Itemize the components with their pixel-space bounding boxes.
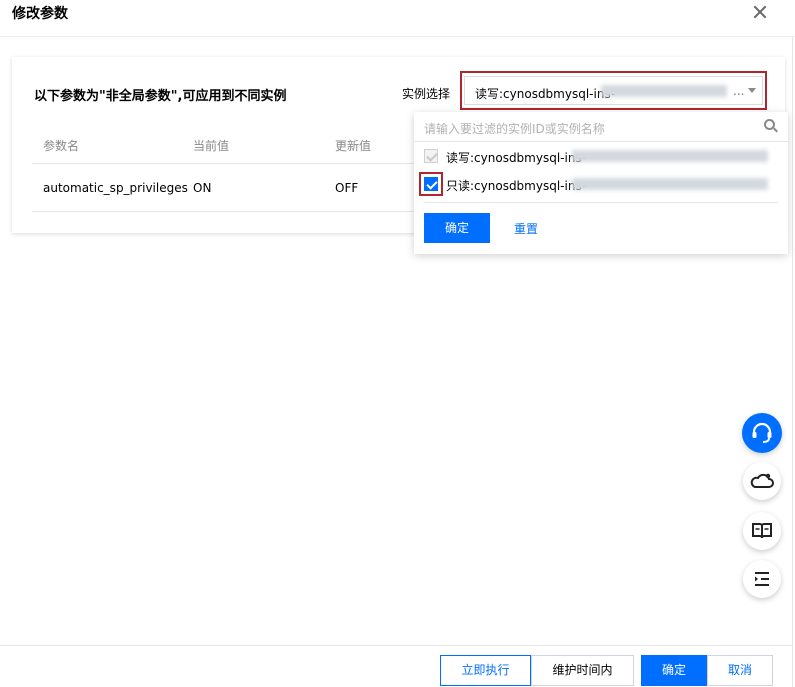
option-label: 只读:cynosdbmysql-ins- <box>446 179 587 193</box>
dialog-right-border <box>792 37 793 687</box>
redacted-instance-id <box>572 178 768 190</box>
book-icon[interactable] <box>743 512 781 550</box>
row-current-value: ON <box>193 181 212 195</box>
instance-filter-input[interactable]: 请输入要过滤的实例ID或实例名称 <box>414 112 788 142</box>
column-header-new: 更新值 <box>335 139 372 153</box>
redacted-instance-id <box>572 150 768 162</box>
dropdown-divider <box>424 202 778 203</box>
checkbox-readwrite <box>424 149 438 163</box>
dialog-header: 修改参数 <box>0 0 795 37</box>
headset-icon[interactable] <box>742 413 782 453</box>
execute-now-button[interactable]: 立即执行 <box>440 655 531 686</box>
dialog-title: 修改参数 <box>12 6 68 22</box>
list-indent-icon[interactable] <box>743 560 781 598</box>
footer-divider <box>0 645 792 646</box>
header-divider <box>32 163 432 164</box>
filter-placeholder: 请输入要过滤的实例ID或实例名称 <box>424 122 605 136</box>
row-param-name: automatic_sp_privileges <box>43 181 188 195</box>
dropdown-confirm-button[interactable]: 确定 <box>424 213 490 243</box>
checkbox-highlight-box <box>419 172 443 196</box>
confirm-button[interactable]: 确定 <box>641 655 707 686</box>
instance-select-label: 实例选择 <box>402 87 451 101</box>
instance-option-readonly[interactable]: 只读:cynosdbmysql-ins- <box>414 170 788 198</box>
select-highlight-box <box>460 71 767 110</box>
instance-dropdown: 请输入要过滤的实例ID或实例名称 读写:cynosdbmysql-ins- 只读… <box>414 112 788 254</box>
row-divider <box>32 211 432 212</box>
dropdown-reset-link[interactable]: 重置 <box>514 220 538 237</box>
column-header-current: 当前值 <box>193 139 230 153</box>
option-label: 读写:cynosdbmysql-ins- <box>446 151 587 165</box>
row-new-value[interactable]: OFF <box>335 181 358 195</box>
search-icon[interactable] <box>764 119 778 133</box>
close-icon[interactable] <box>748 1 772 23</box>
cancel-button[interactable]: 取消 <box>707 655 773 686</box>
cloud-user-icon[interactable] <box>743 462 781 500</box>
maintenance-window-button[interactable]: 维护时间内 <box>531 655 634 686</box>
column-header-name: 参数名 <box>43 139 80 153</box>
card-heading: 以下参数为"非全局参数",可应用到不同实例 <box>34 89 287 104</box>
instance-option-readwrite: 读写:cynosdbmysql-ins- <box>414 142 788 170</box>
